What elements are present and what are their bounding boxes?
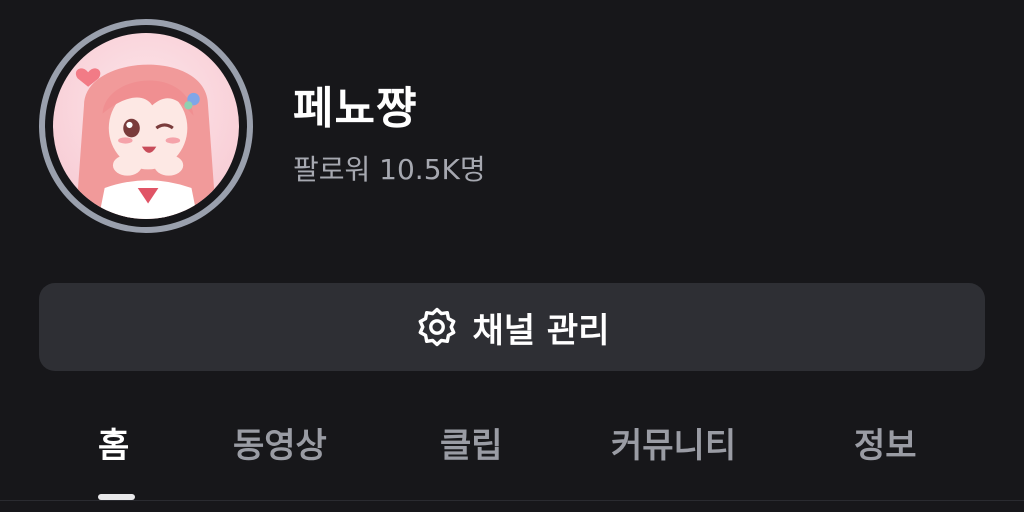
follower-count: 팔로워 10.5K명 xyxy=(293,153,486,186)
channel-page: 페뇨쨩 팔로워 10.5K명 채널 관리 홈 동영상 클립 커뮤니티 정보 xyxy=(0,0,1024,512)
channel-manage-label: 채널 관리 xyxy=(472,310,610,351)
channel-tabs: 홈 동영상 클립 커뮤니티 정보 xyxy=(0,418,1024,512)
tab-info[interactable]: 정보 xyxy=(854,418,917,512)
tab-videos[interactable]: 동영상 xyxy=(233,418,327,512)
avatar-image xyxy=(53,33,239,219)
avatar[interactable] xyxy=(39,19,253,233)
tab-divider xyxy=(0,500,1024,501)
tab-community[interactable]: 커뮤니티 xyxy=(611,418,736,512)
tab-clips[interactable]: 클립 xyxy=(440,418,503,512)
channel-name: 페뇨쨩 xyxy=(293,83,418,134)
gear-icon xyxy=(415,305,459,349)
channel-manage-button[interactable]: 채널 관리 xyxy=(39,283,985,371)
